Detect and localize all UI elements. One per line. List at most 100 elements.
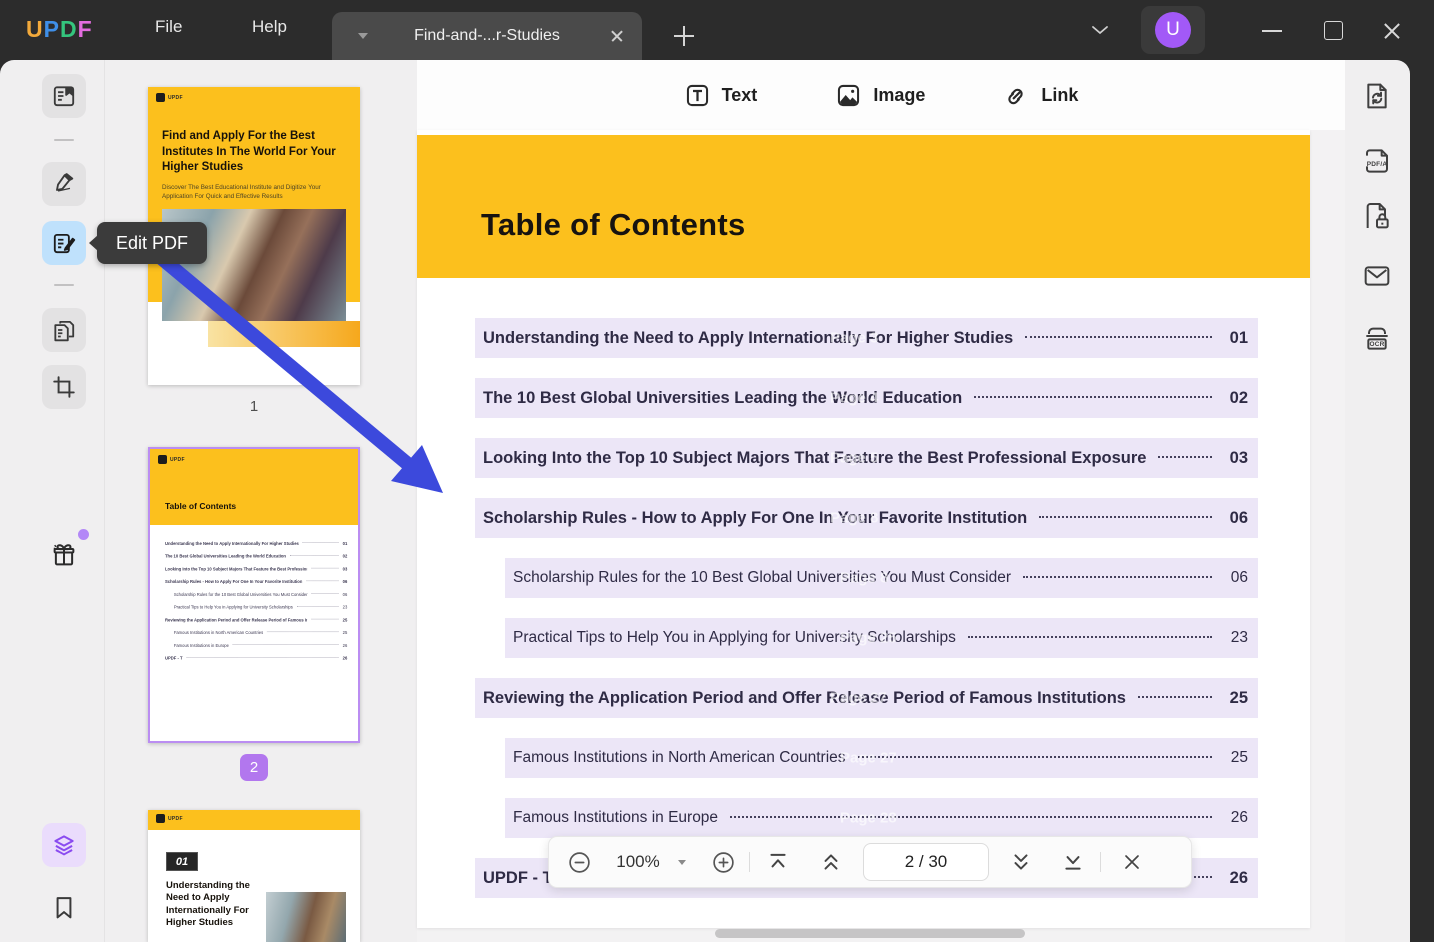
new-tab-button[interactable]	[674, 26, 694, 46]
convert-button[interactable]	[1359, 78, 1395, 114]
tab-title: Find-and-...r-Studies	[414, 27, 560, 44]
page-number-input[interactable]: 2 / 30	[863, 843, 989, 881]
toc-entry-page-number: 26	[1229, 868, 1248, 887]
caret-down-icon	[678, 859, 686, 865]
first-page-icon	[770, 853, 786, 868]
toc-row[interactable]: Practical Tips to Help You in Applying f…	[505, 618, 1258, 658]
reader-icon	[53, 86, 75, 107]
toc-entry-page-number: 26	[1230, 809, 1248, 826]
thumbnail-2-badge: 2	[240, 754, 268, 781]
toc-entry-label: Famous Institutions in North American Co…	[513, 749, 846, 766]
mail-icon	[1364, 266, 1390, 286]
thumbnail-page-3[interactable]: UPDF 01 Understanding the Need to Apply …	[148, 810, 360, 942]
window-close-button[interactable]	[1377, 18, 1407, 44]
pager-close-button[interactable]	[1101, 852, 1163, 872]
right-tool-rail: PDF/A OCR	[1345, 60, 1410, 942]
ghost-page-link-label: Page 28	[840, 809, 897, 827]
mini-toc-row: The 10 Best Global Universities Leading …	[165, 553, 348, 559]
title-bar: UPDF File Help Find-and-...r-Studies U	[0, 0, 1434, 60]
mini-toc-row: Reviewing the Application Period and Off…	[165, 617, 348, 623]
pdfa-label: PDF/A	[1366, 160, 1388, 168]
image-tool-button[interactable]: Image	[835, 82, 925, 109]
convert-icon	[1367, 83, 1387, 109]
updf-mini-logo: UPDF	[156, 93, 183, 102]
toc-entry-page-number: 02	[1229, 388, 1248, 407]
double-chevron-down-icon	[1014, 854, 1028, 870]
last-page-icon	[1065, 856, 1081, 870]
dotted-leader	[857, 756, 1212, 758]
toc-entry-page-number: 06	[1229, 508, 1248, 527]
tab-dropdown-icon[interactable]	[358, 33, 368, 39]
reader-mode-button[interactable]	[42, 74, 86, 118]
toc-row[interactable]: Famous Institutions in Europe 26 Page 28	[505, 798, 1258, 838]
zoom-out-button[interactable]	[549, 850, 609, 875]
toc-row[interactable]: Scholarship Rules for the 10 Best Global…	[505, 558, 1258, 598]
close-icon	[1125, 855, 1139, 869]
dotted-leader	[730, 816, 1212, 818]
zoom-in-button[interactable]	[697, 850, 749, 875]
menu-help[interactable]: Help	[252, 17, 287, 37]
zoom-level: 100%	[616, 852, 660, 871]
first-page-button[interactable]	[750, 851, 806, 873]
bookmark-button[interactable]	[42, 886, 86, 930]
thumbnail-page-2-selected[interactable]: UPDF Table of Contents Understanding the…	[148, 447, 360, 743]
pdfa-button[interactable]: PDF/A	[1359, 138, 1395, 174]
toc-entry-page-number: 25	[1230, 749, 1248, 766]
text-tool-icon	[686, 84, 708, 106]
account-button[interactable]: U	[1141, 6, 1205, 54]
minimize-button[interactable]	[1258, 18, 1288, 44]
crop-button[interactable]	[42, 365, 86, 409]
toc-entry-label: Understanding the Need to Apply Internat…	[483, 328, 1014, 347]
thumb1-accent-band	[208, 321, 360, 347]
document-tab[interactable]: Find-and-...r-Studies	[332, 12, 642, 60]
tab-close-icon[interactable]	[606, 25, 628, 47]
mini-toc-row: Understanding the Need to Apply Internat…	[165, 540, 348, 546]
dotted-leader	[1137, 696, 1212, 698]
marker-pen-icon	[56, 173, 74, 192]
annotate-button[interactable]	[42, 162, 86, 206]
edit-pdf-tooltip: Edit PDF	[88, 222, 208, 264]
toc-entry-page-number: 01	[1229, 328, 1248, 347]
edit-pdf-button[interactable]	[42, 221, 86, 265]
toc-entry-label: Famous Institutions in Europe	[513, 809, 719, 826]
toc-entry-page-number: 25	[1229, 688, 1248, 707]
page-number-field[interactable]: 2 / 30	[856, 843, 996, 881]
menu-file[interactable]: File	[155, 17, 182, 37]
protect-button[interactable]	[1359, 198, 1395, 234]
last-page-button[interactable]	[1046, 851, 1100, 873]
toc-entry-label: Looking Into the Top 10 Subject Majors T…	[483, 448, 1147, 467]
next-page-button[interactable]	[996, 851, 1046, 873]
mini-toc-row: Practical Tips to Help You in Applying f…	[173, 604, 348, 610]
chevron-down-icon[interactable]	[1090, 24, 1110, 36]
edit-pdf-icon	[53, 233, 76, 254]
mini-toc-row: Famous Institutions in North American Co…	[173, 630, 348, 635]
gift-button[interactable]	[42, 533, 86, 577]
previous-page-button[interactable]	[806, 851, 856, 873]
thumb3-photo	[266, 892, 346, 942]
toc-row[interactable]: Reviewing the Application Period and Off…	[475, 678, 1258, 718]
layers-button[interactable]	[42, 823, 86, 867]
layers-icon	[54, 835, 74, 856]
toc-entry-label: Scholarship Rules for the 10 Best Global…	[513, 569, 1011, 586]
text-tool-button[interactable]: Text	[684, 82, 757, 109]
link-tool-button[interactable]: Link	[1003, 82, 1078, 109]
crop-icon	[53, 376, 75, 398]
page-navigation-toolbar: 100% 2 / 30	[548, 836, 1192, 888]
toc-row[interactable]: The 10 Best Global Universities Leading …	[475, 378, 1258, 418]
edit-toolbar: Text Image Link	[417, 60, 1345, 130]
toc-entry-page-number: 06	[1230, 569, 1248, 586]
share-mail-button[interactable]	[1359, 258, 1395, 294]
toc-row[interactable]: Understanding the Need to Apply Internat…	[475, 318, 1258, 358]
thumb3-chapter-badge: 01	[166, 852, 198, 871]
ocr-button[interactable]: OCR	[1359, 317, 1395, 353]
toc-row[interactable]: Scholarship Rules - How to Apply For One…	[475, 498, 1258, 538]
toc-row[interactable]: Looking Into the Top 10 Subject Majors T…	[475, 438, 1258, 478]
zoom-dropdown[interactable]	[667, 859, 697, 865]
notification-dot	[78, 529, 89, 540]
updf-mini-logo: UPDF	[158, 455, 185, 464]
toc-row[interactable]: Famous Institutions in North American Co…	[505, 738, 1258, 778]
dotted-leader	[1022, 576, 1212, 578]
maximize-button[interactable]	[1318, 18, 1348, 44]
horizontal-scrollbar-thumb[interactable]	[715, 929, 1025, 938]
organize-pages-button[interactable]	[42, 308, 86, 352]
